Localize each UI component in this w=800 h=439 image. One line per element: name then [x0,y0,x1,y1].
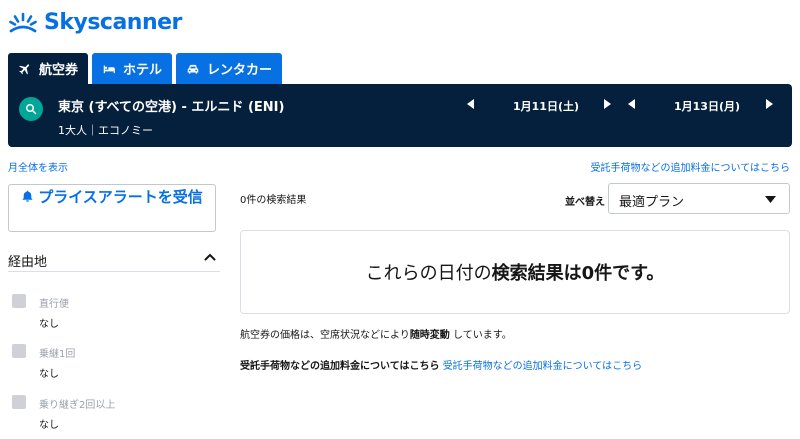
stops-option-label: 乗り継ぎ2回以上 [39,400,116,411]
depart-date[interactable]: 1月11日(土) [513,98,579,114]
result-count: 0件の検索結果 [240,195,307,206]
stops-option-label: 乗継1回 [39,349,76,360]
no-results-text: これらの日付の [365,263,492,284]
stops-option-label: 直行便 [39,299,69,310]
sunrise-logo-icon [9,12,37,33]
route-summary[interactable]: 東京 (すべての空港) - エルニド (ENI) [58,96,284,115]
no-results-panel: これらの日付の検索結果は0件です。 [240,230,790,314]
price-alert-label: プライスアラートを受信 [38,188,203,206]
return-date-next-button[interactable] [764,98,774,110]
stops-option-price: なし [39,319,59,330]
baggage-fees-note: 受託手荷物などの追加料金についてはこちら 受託手荷物などの追加料金についてはこち… [240,357,642,372]
no-results-emphasis: 検索結果は0件です。 [491,263,665,284]
stops-option-price: なし [39,369,59,380]
car-icon [187,64,199,74]
return-date-prev-button[interactable] [626,98,636,110]
triangle-right-icon [765,99,773,109]
tab-hotels-label: ホテル [123,63,163,78]
sort-selected-value: 最適プラン [619,195,685,210]
brand-name: Skyscanner [44,9,182,35]
caret-down-icon [765,196,776,203]
search-summary-bar: 東京 (すべての空港) - エルニド (ENI) 1大人｜エコノミー 1月11日… [8,84,792,147]
direct-checkbox[interactable] [12,294,26,308]
bed-icon [103,65,115,73]
price-change-note: 航空券の価格は、空席状況などにより随時変動 しています。 [240,326,512,341]
search-icon [26,104,37,115]
tab-car-hire-label: レンタカー [207,63,273,78]
stops-option-price: なし [39,420,59,431]
return-date[interactable]: 1月13日(月) [674,98,740,114]
no-results-message: これらの日付の検索結果は0件です。 [366,259,665,285]
depart-date-next-button[interactable] [602,98,612,110]
two-plus-stops-checkbox[interactable] [12,395,26,409]
stops-filter-title: 経由地 [8,255,48,270]
page: Skyscanner 航空券 ホテル レンタカー 東京 (すべての空港) - エ… [0,0,800,439]
one-stop-checkbox[interactable] [12,344,26,358]
search-button[interactable] [19,97,43,121]
stops-filter-header[interactable]: 経由地 [8,250,220,272]
product-tabs: 航空券 ホテル レンタカー [8,53,283,84]
sort-label: 並べ替え [565,197,605,208]
note-text-end: しています。 [453,330,512,341]
note-text: 航空券の価格は、空席状況などにより [240,330,410,341]
passenger-cabin-summary[interactable]: 1大人｜エコノミー [58,122,153,138]
tab-hotels[interactable]: ホテル [92,53,173,84]
triangle-left-icon [466,99,474,109]
view-whole-month-link[interactable]: 月全体を表示 [8,159,68,174]
triangle-left-icon [627,99,635,109]
plane-icon [19,63,30,74]
price-alert-button[interactable]: プライスアラートを受信 [8,184,216,232]
depart-date-prev-button[interactable] [465,98,475,110]
baggage-fees-heading: 受託手荷物などの追加料金についてはこちら [240,361,440,372]
tab-car-hire[interactable]: レンタカー [176,53,283,84]
note-emphasis: 随時変動 [409,330,450,341]
skyscanner-logo[interactable]: Skyscanner [8,6,182,38]
triangle-right-icon [603,99,611,109]
bell-icon [22,190,33,202]
baggage-fees-link-bottom[interactable]: 受託手荷物などの追加料金についてはこちら [443,361,643,372]
baggage-fees-link-top[interactable]: 受託手荷物などの追加料金についてはこちら [591,159,791,174]
sort-select[interactable]: 最適プラン [608,183,790,214]
tab-flights[interactable]: 航空券 [8,53,89,84]
chevron-up-icon [204,253,216,261]
tab-flights-label: 航空券 [39,63,79,78]
